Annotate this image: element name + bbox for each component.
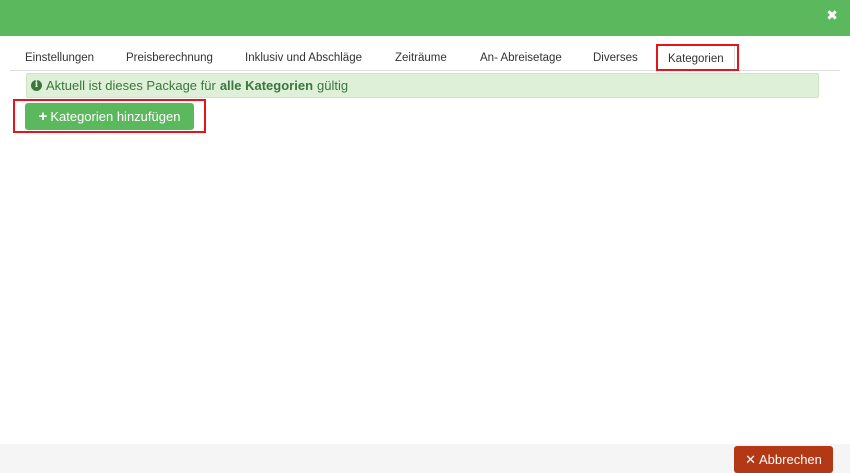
tab-einstellungen[interactable]: Einstellungen (25, 45, 94, 71)
modal-footer (0, 444, 850, 473)
cancel-label: Abbrechen (759, 452, 822, 467)
close-icon[interactable]: ✖ (826, 8, 838, 22)
close-icon: ✕ (745, 452, 756, 467)
tab-inklusiv-und-abschlaege[interactable]: Inklusiv und Abschläge (245, 45, 362, 71)
cancel-button[interactable]: ✕ Abbrechen (734, 446, 833, 473)
modal-header: ✖ (0, 0, 850, 36)
info-alert: i Aktuell ist dieses Package für alle Ka… (26, 73, 819, 98)
plus-icon: + (38, 108, 48, 125)
modal-dialog: ✖ Einstellungen Preisberechnung Inklusiv… (0, 0, 850, 473)
tab-bar: Einstellungen Preisberechnung Inklusiv u… (10, 45, 840, 72)
add-categories-button[interactable]: + Kategorien hinzufügen (25, 103, 194, 130)
add-categories-label: Kategorien hinzufügen (50, 109, 181, 124)
alert-text-after: gültig (317, 78, 349, 93)
alert-text-before: Aktuell ist dieses Package für (46, 78, 216, 93)
info-icon: i (31, 80, 42, 91)
tab-kategorien[interactable]: Kategorien (657, 45, 735, 72)
tab-diverses[interactable]: Diverses (593, 45, 638, 71)
alert-text-bold: alle Kategorien (219, 78, 314, 93)
tab-zeitraeume[interactable]: Zeiträume (395, 45, 447, 71)
tab-preisberechnung[interactable]: Preisberechnung (126, 45, 213, 71)
tab-an-abreisetage[interactable]: An- Abreisetage (480, 45, 562, 71)
